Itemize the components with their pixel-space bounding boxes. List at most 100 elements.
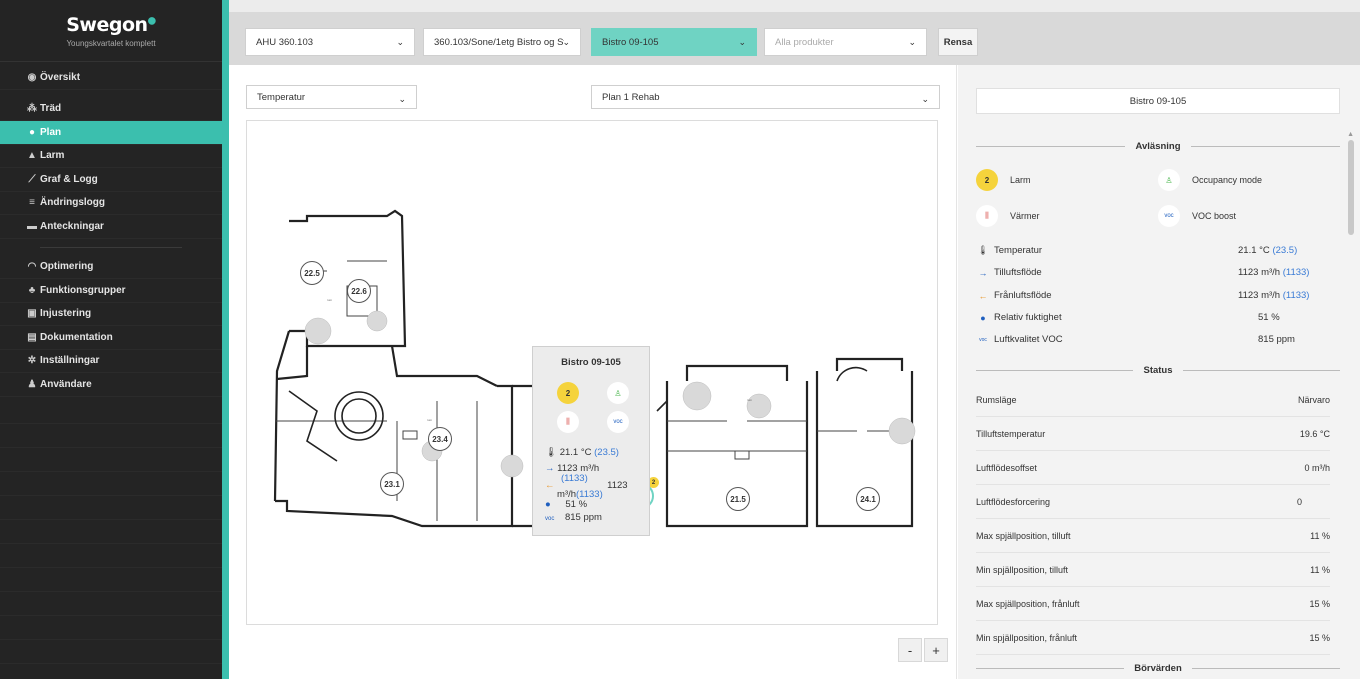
nav-item-oversikt[interactable]: ◉ Översikt	[0, 66, 222, 90]
chevron-down-icon: ⌄	[921, 94, 929, 104]
room-title: Bistro 09-105	[976, 88, 1340, 114]
sitemap-icon: ♣	[28, 284, 36, 296]
status-row: Min spjällposition, tilluft 11 %	[976, 553, 1330, 587]
nav-item-anteckningar[interactable]: ▬ Anteckningar	[0, 215, 222, 239]
chevron-down-icon: ⌄	[396, 37, 404, 47]
zoom-out-button[interactable]: -	[898, 638, 922, 662]
chevron-down-icon: ⌄	[398, 94, 406, 104]
nav-menu: ◉ Översikt ⁂ Träd ● Plan ▲ Larm ⟋ Graf & Logg…	[0, 66, 222, 397]
scroll-up-icon[interactable]: ▲	[1347, 131, 1354, 138]
measurement-row: voc Luftkvalitet VOC 815 ppm	[976, 334, 1316, 345]
voc-boost-indicator[interactable]: voc VOC boost	[1158, 205, 1236, 227]
room-details-panel: Bistro 09-105 ▲ Avläsning 2 Larm ♙ Occup…	[958, 65, 1360, 679]
status-row: Tilluftstemperatur 19.6 °C	[976, 417, 1330, 451]
measurement-row: ● Relativ fuktighet 51 %	[976, 312, 1316, 323]
measurement-row: → Tilluftsflöde 1123 m³/h (1133)	[976, 267, 1316, 278]
products-select[interactable]: Alla produkter ⌄	[764, 28, 927, 56]
brand-logo[interactable]: Swegon●	[0, 14, 222, 36]
nav-item-graf-logg[interactable]: ⟋ Graf & Logg	[0, 168, 222, 192]
measurement-row: ← Frånluftsflöde 1123 m³/h (1133)	[976, 290, 1316, 301]
droplet-icon: ●	[545, 499, 551, 510]
voc-icon: voc	[979, 336, 987, 343]
nav-item-plan[interactable]: ● Plan	[0, 121, 222, 145]
room-badge[interactable]: 22.6	[347, 279, 371, 303]
heater-icon: ⫼	[976, 205, 998, 227]
voc-icon: voc	[607, 411, 629, 433]
chevron-down-icon: ⌄	[908, 37, 916, 47]
svg-text:rum: rum	[427, 418, 433, 422]
nav-item-optimering[interactable]: ◠ Optimering	[0, 256, 222, 279]
bell-icon: ▲	[27, 150, 37, 162]
zone-select[interactable]: 360.103/Sone/1etg Bistro og St ⌄	[423, 28, 581, 56]
room-badge[interactable]: 21.5	[726, 487, 750, 511]
nav-item-injustering[interactable]: ▣ Injustering	[0, 303, 222, 326]
tree-icon: ⁂	[27, 103, 37, 115]
list-icon: ≡	[29, 197, 35, 209]
zoom-in-button[interactable]: +	[924, 638, 948, 662]
brand-tagline: Youngskvartalet komplett	[66, 39, 156, 48]
scrollbar[interactable]	[1348, 140, 1354, 235]
sidebar-filler	[0, 400, 222, 679]
chevron-down-icon: ⌄	[562, 37, 570, 47]
room-badge[interactable]: 22.5	[300, 261, 324, 285]
room-popup: Bistro 09-105 2 ♙ ⫼ voc 🌡︎ 21.1 °C (23.5…	[532, 346, 650, 536]
nav-item-anvandare[interactable]: ♟ Användare	[0, 373, 222, 397]
heater-icon: ⫼	[557, 411, 579, 433]
ahu-select[interactable]: AHU 360.103 ⌄	[245, 28, 415, 56]
thermometer-icon: 🌡︎	[977, 245, 989, 255]
voc-icon: voc	[545, 516, 555, 522]
setpoint-header: Börvärden	[976, 661, 1340, 675]
chart-icon: ⟋	[28, 173, 36, 185]
popup-title: Bistro 09-105	[561, 357, 621, 368]
room-badge[interactable]: 23.4	[428, 427, 452, 451]
room-badge[interactable]: 23.1	[380, 472, 404, 496]
thermometer-icon: 🌡︎	[545, 447, 558, 458]
arrow-left-icon: ←	[978, 290, 988, 301]
nav-item-installningar[interactable]: ✲ Inställningar	[0, 350, 222, 373]
arrow-left-icon: ←	[545, 480, 555, 491]
occupancy-indicator[interactable]: ♙ Occupancy mode	[1158, 169, 1262, 191]
nav-item-andringslogg[interactable]: ≡ Ändringslogg	[0, 192, 222, 215]
occupancy-icon: ♙	[607, 382, 629, 404]
nav-item-larm[interactable]: ▲ Larm	[0, 145, 222, 168]
arrow-right-icon: →	[545, 463, 555, 474]
brand: Swegon● Youngskvartalet komplett	[0, 0, 222, 62]
occupancy-icon: ♙	[1158, 169, 1180, 191]
room-select[interactable]: Bistro 09-105 ⌄	[591, 28, 757, 56]
nav-divider	[40, 246, 182, 248]
status-row: Luftflödesforcering 0	[976, 485, 1330, 519]
document-icon: ▤	[27, 331, 37, 343]
measurement-row: 🌡︎ Temperatur 21.1 °C (23.5)	[977, 245, 1298, 256]
plan-view: Temperatur ⌄ Plan 1 Rehab ⌄ rum rum rum …	[229, 65, 957, 679]
eye-icon: ◉	[27, 71, 37, 83]
alarm-count-icon: 2	[976, 169, 998, 191]
reset-button[interactable]: Rensa	[938, 28, 978, 56]
status-row: Max spjällposition, frånluft 15 %	[976, 587, 1330, 621]
room-badge[interactable]: 24.1	[856, 487, 880, 511]
plan-select[interactable]: Plan 1 Rehab ⌄	[591, 85, 940, 109]
view-select[interactable]: Temperatur ⌄	[246, 85, 417, 109]
heater-indicator[interactable]: ⫼ Värmer	[976, 205, 1040, 227]
droplet-icon: ●	[980, 312, 986, 323]
nav-item-trad[interactable]: ⁂ Träd	[0, 98, 222, 121]
users-icon: ♟	[27, 378, 37, 390]
nav-item-dokumentation[interactable]: ▤ Dokumentation	[0, 326, 222, 350]
status-header: Status	[976, 363, 1340, 377]
voc-icon: voc	[1158, 205, 1180, 227]
arrow-right-icon: →	[978, 267, 988, 278]
floor-plan[interactable]: rum rum rum 22.5 22.6 23.4 23.1 21.1 2 2…	[246, 120, 938, 625]
alarm-indicator[interactable]: 2 Larm	[976, 169, 1031, 191]
sidebar: Swegon● Youngskvartalet komplett ◉ Översi…	[0, 0, 222, 679]
map-pin-icon: ●	[28, 126, 36, 138]
comment-icon: ▬	[27, 220, 37, 232]
svg-text:rum: rum	[327, 298, 333, 302]
status-row: Rumsläge Närvaro	[976, 383, 1330, 417]
gear-icon: ✲	[27, 355, 37, 367]
alarm-count-icon[interactable]: 2	[557, 382, 579, 404]
nav-item-funktionsgrupper[interactable]: ♣ Funktionsgrupper	[0, 279, 222, 303]
svg-text:rum: rum	[747, 398, 753, 402]
sliders-icon: ▣	[27, 308, 37, 320]
status-row: Luftflödesoffset 0 m³/h	[976, 451, 1330, 485]
status-row: Max spjällposition, tilluft 11 %	[976, 519, 1330, 553]
status-row: Min spjällposition, frånluft 15 %	[976, 621, 1330, 655]
